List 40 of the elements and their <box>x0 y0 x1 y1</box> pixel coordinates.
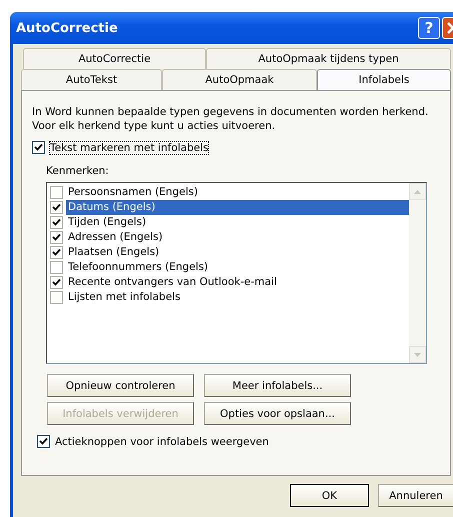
checkbox[interactable] <box>50 231 63 244</box>
action-button[interactable]: Opnieuw controleren <box>47 374 194 397</box>
list-item[interactable]: Adressen (Engels) <box>66 230 409 245</box>
check-icon <box>39 437 48 446</box>
check-icon <box>52 278 61 287</box>
list-item[interactable]: Recente ontvangers van Outlook-e-mail <box>66 275 409 290</box>
tab[interactable]: AutoCorrectie <box>23 48 206 69</box>
action-button[interactable]: Opties voor opslaan... <box>204 402 351 425</box>
checkbox-label: Tekst markeren met infolabels <box>50 142 208 154</box>
list-item[interactable]: Tijden (Engels) <box>66 215 409 230</box>
list-box[interactable]: Persoonsnamen (Engels) Datums (Engels) Tijden (Engels) Adressen (Engels) Plaatsen (Engels) Telefoonnummers (Engels) Recente ontvangers van Outlook-e-mail Lijsten met infolabels <box>46 182 427 364</box>
checkbox[interactable] <box>50 276 63 289</box>
checkbox[interactable] <box>50 291 63 304</box>
checkbox[interactable] <box>50 201 63 214</box>
list-item[interactable]: Lijsten met infolabels <box>66 290 409 305</box>
tab[interactable]: Infolabels <box>317 69 451 90</box>
tab[interactable]: AutoOpmaak <box>162 69 317 90</box>
checkbox[interactable] <box>37 435 50 448</box>
checkbox-label: Actieknoppen voor infolabels weergeven <box>55 436 269 448</box>
dialog-button[interactable]: OK <box>290 484 369 507</box>
up-arrow-icon <box>414 190 421 194</box>
tab[interactable]: AutoTekst <box>21 69 162 90</box>
list-item[interactable]: Telefoonnummers (Engels) <box>66 260 409 275</box>
action-button[interactable]: Meer infolabels... <box>204 374 351 397</box>
checkbox[interactable] <box>50 261 63 274</box>
checkbox[interactable] <box>50 216 63 229</box>
description-text: In Word kunnen bepaalde typen gegevens in documenten worden herkend. Voor elk herkend type kunt u acties uitvoeren. <box>32 105 430 133</box>
list-item[interactable]: Persoonsnamen (Engels) <box>66 185 409 200</box>
window-title: AutoCorrectie <box>16 20 119 36</box>
list-item[interactable]: Plaatsen (Engels) <box>66 245 409 260</box>
checkbox[interactable] <box>50 246 63 259</box>
checkbox[interactable] <box>32 141 45 154</box>
dialog-button[interactable]: Annuleren <box>378 484 453 507</box>
list-label: Kenmerken: <box>46 165 110 177</box>
help-button[interactable]: ? <box>418 17 440 39</box>
checkbox[interactable] <box>50 186 63 199</box>
tab[interactable]: AutoOpmaak tijdens typen <box>206 48 451 69</box>
check-icon <box>34 143 43 152</box>
list-item[interactable]: Datums (Engels) <box>66 200 409 215</box>
down-arrow-icon <box>414 352 421 356</box>
